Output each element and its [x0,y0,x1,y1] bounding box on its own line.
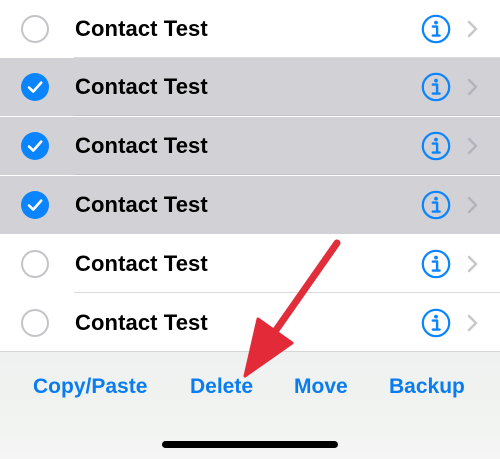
delete-button[interactable]: Delete [190,375,253,399]
contact-name: Contact Test [75,133,208,158]
backup-button[interactable]: Backup [389,375,465,399]
chevron-right-icon [467,196,478,214]
contact-name: Contact Test [75,310,208,335]
checkmark-circle-icon[interactable] [21,191,49,219]
contact-row[interactable]: Contact Test [0,235,500,293]
chevron-right-icon [467,20,478,38]
chevron-right-icon [467,255,478,273]
contact-name: Contact Test [75,251,208,276]
contact-row-selected[interactable]: Contact Test [0,176,500,234]
copy-paste-button[interactable]: Copy/Paste [33,375,147,399]
contact-row-selected[interactable]: Contact Test [0,58,500,116]
chevron-right-icon [467,314,478,332]
info-icon[interactable] [421,308,451,338]
contact-name: Contact Test [75,74,208,99]
contact-row[interactable]: Contact Test [0,0,500,58]
contact-row-selected[interactable]: Contact Test [0,117,500,175]
contact-row[interactable]: Contact Test [0,294,500,352]
contact-name: Contact Test [75,192,208,217]
selection-circle-icon[interactable] [21,15,49,43]
home-indicator [162,441,338,448]
selection-circle-icon[interactable] [21,309,49,337]
row-divider [74,115,500,116]
info-icon[interactable] [421,131,451,161]
info-icon[interactable] [421,72,451,102]
chevron-right-icon [467,137,478,155]
row-divider [74,292,500,293]
selection-circle-icon[interactable] [21,250,49,278]
chevron-right-icon [467,78,478,96]
info-icon[interactable] [421,249,451,279]
move-button[interactable]: Move [294,375,348,399]
info-icon[interactable] [421,14,451,44]
info-icon[interactable] [421,190,451,220]
checkmark-circle-icon[interactable] [21,73,49,101]
contact-name: Contact Test [75,16,208,41]
checkmark-circle-icon[interactable] [21,132,49,160]
row-divider [74,174,500,175]
